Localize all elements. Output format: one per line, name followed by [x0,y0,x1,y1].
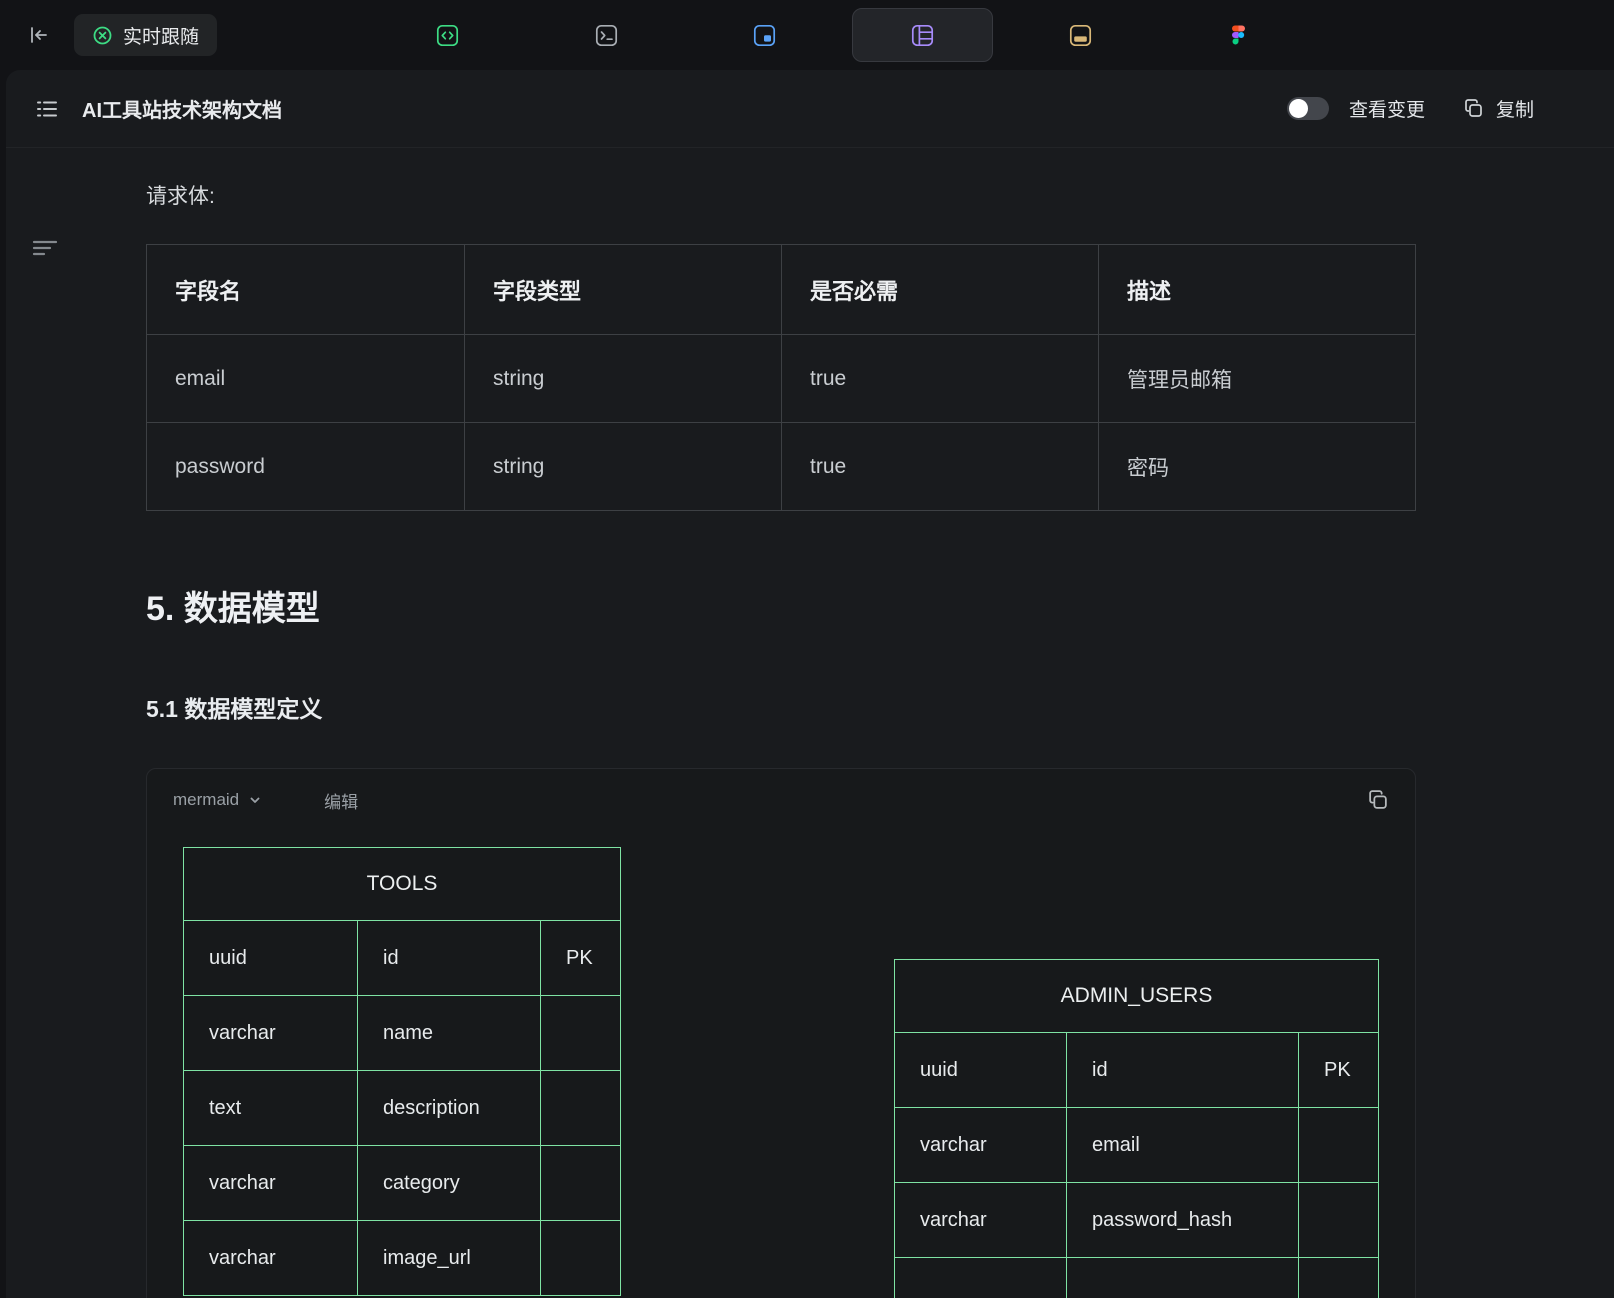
entity-cell [541,1221,620,1295]
preview-window-icon [753,24,776,47]
copy-icon [1463,98,1484,119]
table-header-cell: 字段类型 [465,245,782,334]
entity-cell: uuid [895,1033,1067,1107]
request-body-label: 请求体: [146,180,1614,210]
entity-cell [541,996,620,1070]
er-entity-admin-users: ADMIN_USERSuuididPKvarcharemailvarcharpa… [894,959,1379,1298]
tab-inbox[interactable] [1010,8,1151,62]
tab-figma[interactable] [1167,8,1308,62]
er-diagram: TOOLSuuididPKvarcharnametextdescriptionv… [147,831,1415,1298]
figma-icon [1227,24,1249,46]
entity-cell: text [184,1071,358,1145]
edit-button[interactable]: 编辑 [324,788,358,813]
table-header-cell: 是否必需 [782,245,1099,334]
table-row: passwordstringtrue密码 [147,422,1415,510]
entity-cell: PK [541,921,620,995]
table-cell: password [147,423,465,510]
toggle-knob [1289,99,1308,118]
tab-code[interactable] [377,8,518,62]
outline-list-icon[interactable] [30,92,64,126]
entity-cell: varchar [184,1146,358,1220]
entity-cell: image_url [358,1221,541,1295]
table-header-cell: 描述 [1099,245,1415,334]
params-table: 字段名字段类型是否必需描述emailstringtrue管理员邮箱passwor… [146,244,1416,511]
code-editor-icon [436,24,459,47]
entity-row: varcharimage_url [184,1220,620,1295]
entity-name: ADMIN_USERS [895,960,1378,1032]
entity-cell [895,1258,1067,1298]
entity-cell [541,1071,620,1145]
entity-cell: varchar [895,1183,1067,1257]
language-selector[interactable]: mermaid [173,790,262,810]
language-label: mermaid [173,790,239,810]
entity-cell: category [358,1146,541,1220]
inbox-window-icon [1069,24,1092,47]
entity-cell [1067,1258,1299,1298]
top-toolbar: 实时跟随 [0,0,1614,70]
subsection-heading: 5.1 数据模型定义 [146,690,1614,724]
entity-row: varcharname [184,995,620,1070]
entity-cell: email [1067,1108,1299,1182]
entity-cell [1299,1183,1378,1257]
document-table-icon [911,24,934,47]
table-cell: string [465,335,782,422]
table-cell: email [147,335,465,422]
table-cell: true [782,423,1099,510]
entity-row: varcharemail [895,1107,1378,1182]
section-heading: 5. 数据模型 [146,581,1614,630]
chevron-down-icon [248,793,262,807]
page-title: AI工具站技术架构文档 [82,94,282,123]
code-block-header: mermaid 编辑 [147,769,1415,831]
entity-cell: description [358,1071,541,1145]
entity-row: uuididPK [895,1032,1378,1107]
block-handle-icon[interactable] [30,236,60,265]
tab-terminal[interactable] [536,8,677,62]
tab-document[interactable] [852,8,993,62]
table-cell: 管理员邮箱 [1099,335,1415,422]
entity-cell: varchar [184,1221,358,1295]
table-cell: 密码 [1099,423,1415,510]
entity-cell: PK [1299,1033,1378,1107]
view-changes-label[interactable]: 查看变更 [1349,95,1425,122]
document-header: AI工具站技术架构文档 查看变更 复制 [6,70,1614,148]
entity-row [895,1257,1378,1298]
er-entity-tools: TOOLSuuididPKvarcharnametextdescriptionv… [183,847,621,1296]
entity-row: varcharcategory [184,1145,620,1220]
table-cell: true [782,335,1099,422]
entity-cell: name [358,996,541,1070]
terminal-icon [595,24,618,47]
view-changes-toggle[interactable] [1287,97,1329,120]
entity-cell: password_hash [1067,1183,1299,1257]
copy-label: 复制 [1496,95,1534,122]
entity-row: varcharpassword_hash [895,1182,1378,1257]
copy-button[interactable]: 复制 [1463,95,1534,122]
entity-cell: id [358,921,541,995]
table-cell: string [465,423,782,510]
table-row: emailstringtrue管理员邮箱 [147,334,1415,422]
entity-row: textdescription [184,1070,620,1145]
entity-cell [1299,1258,1378,1298]
entity-row: uuididPK [184,920,620,995]
tab-preview[interactable] [694,8,835,62]
entity-cell: varchar [184,996,358,1070]
document-panel: AI工具站技术架构文档 查看变更 复制 请求体: 字段名字段类型是否必需描述em… [6,70,1614,1298]
table-header-cell: 字段名 [147,245,465,334]
table-row: 字段名字段类型是否必需描述 [147,245,1415,334]
entity-cell: id [1067,1033,1299,1107]
copy-code-icon[interactable] [1367,789,1389,811]
entity-cell [1299,1108,1378,1182]
entity-cell: uuid [184,921,358,995]
mermaid-code-block: mermaid 编辑 TOOLSuuididPKvarcharn [146,768,1416,1298]
entity-cell: varchar [895,1108,1067,1182]
document-body: 请求体: 字段名字段类型是否必需描述emailstringtrue管理员邮箱pa… [6,148,1614,1298]
entity-name: TOOLS [184,848,620,920]
entity-cell [541,1146,620,1220]
workspace-tabs [0,0,1614,70]
